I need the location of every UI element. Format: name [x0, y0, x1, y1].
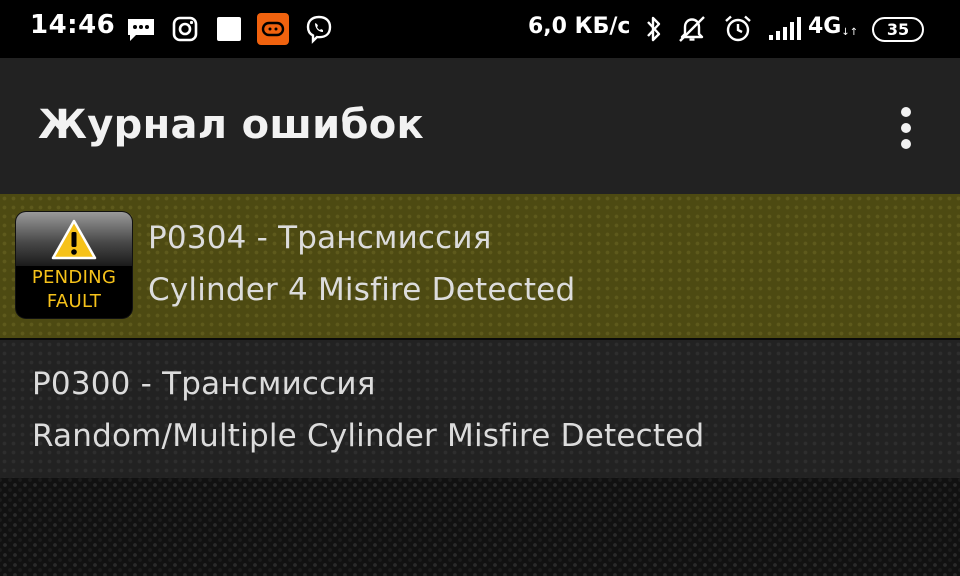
silent-icon [679, 16, 705, 42]
fault-code: P0304 - Трансмиссия [148, 220, 492, 256]
network-type-label: 4G [808, 14, 842, 39]
fault-code: P0300 - Трансмиссия [32, 366, 376, 402]
square-icon [217, 17, 241, 41]
page-title: Журнал ошибок [38, 102, 424, 148]
battery-indicator: 35 [872, 17, 924, 42]
viber-icon [306, 15, 332, 44]
fault-description: Random/Multiple Cylinder Misfire Detecte… [32, 418, 705, 454]
alarm-icon [725, 15, 751, 42]
badge-label-fault: FAULT [46, 291, 102, 312]
network-type: 4G↓↑ [808, 14, 858, 39]
message-icon [128, 19, 154, 41]
pending-fault-badge: PENDING FAULT [16, 212, 132, 318]
network-activity: ↓↑ [841, 27, 859, 38]
fault-list-item[interactable]: P0300 - Трансмиссия Random/Multiple Cyli… [0, 340, 960, 478]
signal-icon [769, 17, 801, 40]
status-time: 14:46 [30, 10, 116, 40]
more-vert-icon [901, 107, 911, 149]
app-notification-icon [257, 13, 289, 45]
fault-description: Cylinder 4 Misfire Detected [148, 272, 576, 308]
warning-icon [51, 219, 97, 260]
instagram-icon [172, 16, 198, 42]
network-speed: 6,0 КБ/с [528, 14, 631, 39]
screen: 14:46 6,0 КБ/с 4G↓↑ 35 Журнал ошибок PEN… [0, 0, 960, 576]
app-bar: Журнал ошибок [0, 58, 960, 194]
badge-label-pending: PENDING [31, 267, 117, 288]
fault-list-item[interactable]: PENDING FAULT P0304 - Трансмиссия Cylind… [0, 194, 960, 338]
status-bar: 14:46 6,0 КБ/с 4G↓↑ 35 [0, 0, 960, 58]
more-options-button[interactable] [888, 102, 924, 154]
bluetooth-icon [647, 16, 661, 42]
